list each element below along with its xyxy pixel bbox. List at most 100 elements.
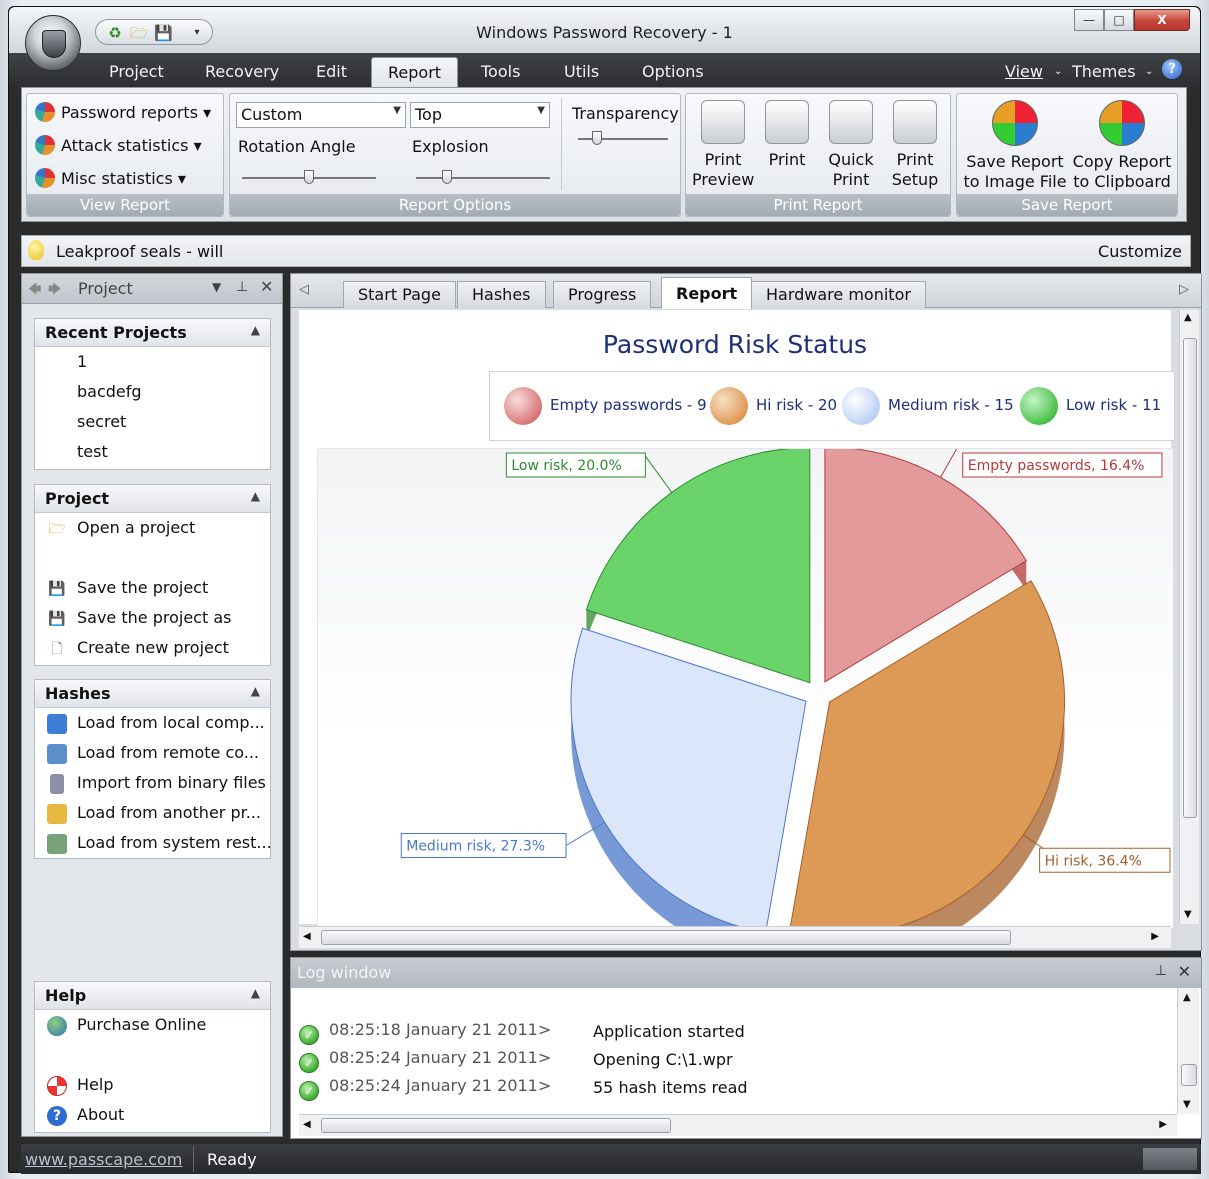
tab-scroll-right-icon[interactable]: ▷ bbox=[1179, 282, 1189, 297]
recent-project-item[interactable]: test bbox=[35, 437, 270, 467]
view-menu[interactable]: View bbox=[1005, 62, 1043, 81]
view-chevron-icon: ⌄ bbox=[1054, 66, 1063, 77]
load-local-computer-link[interactable]: Load from local comp... bbox=[35, 708, 270, 738]
scroll-up-icon[interactable]: ▲ bbox=[1184, 312, 1192, 323]
scroll-left-icon[interactable]: ◀ bbox=[303, 931, 311, 942]
scroll-thumb[interactable] bbox=[321, 930, 1011, 945]
tab-hashes[interactable]: Hashes bbox=[457, 281, 546, 308]
scroll-right-icon[interactable]: ▶ bbox=[1159, 1119, 1167, 1130]
print-preview-button[interactable]: Print Preview bbox=[692, 100, 754, 190]
section-header[interactable]: Project ▲ bbox=[35, 485, 270, 513]
save-icon[interactable]: 💾 bbox=[154, 24, 173, 42]
minimize-button[interactable]: — bbox=[1074, 9, 1104, 31]
scroll-left-icon[interactable]: ◀ bbox=[303, 1119, 311, 1130]
application-menu-button[interactable] bbox=[25, 15, 81, 71]
tab-utils[interactable]: Utils bbox=[564, 62, 599, 81]
tab-report-doc[interactable]: Report bbox=[661, 277, 753, 309]
themes-menu[interactable]: Themes bbox=[1072, 62, 1136, 81]
tab-edit[interactable]: Edit bbox=[316, 62, 347, 81]
customize-qat-icon[interactable]: ▾ bbox=[188, 24, 206, 42]
open-project-link[interactable]: 🗁 Open a project bbox=[35, 513, 270, 543]
scroll-down-icon[interactable]: ▼ bbox=[1184, 909, 1192, 920]
tab-progress[interactable]: Progress bbox=[553, 281, 652, 308]
scroll-thumb[interactable] bbox=[1183, 338, 1197, 818]
rotation-angle-slider[interactable] bbox=[242, 170, 376, 184]
log-horizontal-scrollbar[interactable]: ◀ ▶ bbox=[299, 1114, 1177, 1136]
log-vertical-scrollbar[interactable]: ▲ ▼ bbox=[1177, 988, 1199, 1114]
scroll-down-icon[interactable]: ▼ bbox=[1183, 1099, 1191, 1110]
import-binary-files-link[interactable]: Import from binary files bbox=[35, 768, 270, 798]
panel-dropdown-icon[interactable]: ▼ bbox=[212, 280, 221, 294]
close-button[interactable]: X bbox=[1134, 9, 1190, 31]
tab-recovery[interactable]: Recovery bbox=[205, 62, 279, 81]
print-setup-button[interactable]: Print Setup bbox=[884, 100, 946, 190]
forward-arrow-icon[interactable]: 🡆 bbox=[48, 280, 61, 302]
load-system-restore-link[interactable]: Load from system rest... bbox=[35, 828, 272, 858]
label-leader-line bbox=[940, 437, 964, 478]
scroll-thumb[interactable] bbox=[321, 1118, 671, 1133]
tab-hardware-monitor[interactable]: Hardware monitor bbox=[751, 281, 926, 308]
collapse-icon[interactable]: ▲ bbox=[251, 489, 260, 503]
help-icon[interactable]: ? bbox=[1162, 59, 1182, 79]
collapse-icon[interactable]: ▲ bbox=[251, 323, 260, 337]
recent-project-item[interactable]: 1 bbox=[35, 347, 270, 377]
tab-project[interactable]: Project bbox=[109, 62, 164, 81]
recover-icon[interactable]: ♻ bbox=[106, 24, 124, 42]
maximize-button[interactable]: □ bbox=[1104, 9, 1134, 31]
pin-icon[interactable]: ⊥ bbox=[1155, 963, 1167, 979]
misc-statistics-button[interactable]: Misc statistics ▾ bbox=[35, 168, 186, 188]
save-project-as-link[interactable]: 💾 Save the project as bbox=[35, 603, 270, 633]
pie-slice-medium-risk[interactable] bbox=[570, 627, 807, 934]
password-reports-button[interactable]: Password reports ▾ bbox=[35, 102, 211, 122]
tab-options[interactable]: Options bbox=[642, 62, 704, 81]
collapse-icon[interactable]: ▲ bbox=[251, 684, 260, 698]
website-link[interactable]: www.passcape.com bbox=[25, 1150, 182, 1169]
print-button[interactable]: Print bbox=[758, 100, 816, 170]
save-report-to-image-button[interactable]: Save Report to Image File bbox=[961, 100, 1069, 192]
slider-thumb[interactable] bbox=[592, 131, 602, 145]
transparency-slider[interactable] bbox=[578, 131, 668, 145]
section-header[interactable]: Help ▲ bbox=[35, 982, 270, 1010]
explosion-slider[interactable] bbox=[416, 170, 550, 184]
vertical-scrollbar[interactable]: ▲ ▼ bbox=[1179, 310, 1199, 924]
save-project-link[interactable]: 💾 Save the project bbox=[35, 573, 270, 603]
group-report-options: Custom ▼ Top ▼ Rotation Angle Explosion Tr… bbox=[229, 93, 681, 217]
group-view-report: Password reports ▾ Attack statistics ▾ M… bbox=[26, 93, 224, 217]
about-link[interactable]: ? About bbox=[35, 1100, 270, 1130]
collapse-icon[interactable]: ▲ bbox=[251, 986, 260, 1000]
attack-statistics-button[interactable]: Attack statistics ▾ bbox=[35, 135, 202, 155]
section-header[interactable]: Recent Projects ▲ bbox=[35, 319, 270, 347]
resize-grip-icon[interactable] bbox=[1143, 1148, 1197, 1170]
recent-project-item[interactable]: bacdefg bbox=[35, 377, 270, 407]
legend-position-select[interactable]: Top ▼ bbox=[410, 102, 550, 128]
create-new-project-link[interactable]: 🗋 Create new project bbox=[35, 633, 270, 663]
copy-report-to-clipboard-button[interactable]: Copy Report to Clipboard bbox=[1069, 100, 1175, 192]
open-folder-icon[interactable]: 🗁 bbox=[130, 24, 149, 42]
close-panel-icon[interactable]: ✕ bbox=[260, 277, 273, 296]
tab-scroll-left-icon[interactable]: ◁ bbox=[299, 282, 309, 297]
scroll-right-icon[interactable]: ▶ bbox=[1151, 931, 1159, 942]
customize-link[interactable]: Customize bbox=[1098, 242, 1182, 261]
section-header[interactable]: Hashes ▲ bbox=[35, 680, 270, 708]
scroll-thumb[interactable] bbox=[1181, 1064, 1197, 1086]
pin-icon[interactable]: ⊥ bbox=[236, 279, 248, 295]
load-another-program-link[interactable]: Load from another pr... bbox=[35, 798, 270, 828]
slider-thumb[interactable] bbox=[442, 170, 452, 184]
back-arrow-icon[interactable]: 🡄 bbox=[28, 280, 41, 302]
tab-tools[interactable]: Tools bbox=[481, 62, 520, 81]
recent-project-item[interactable]: secret bbox=[35, 407, 270, 437]
scroll-up-icon[interactable]: ▲ bbox=[1183, 992, 1191, 1003]
help-link[interactable]: Help bbox=[35, 1070, 270, 1100]
chart-style-select[interactable]: Custom ▼ bbox=[236, 102, 406, 128]
horizontal-scrollbar[interactable]: ◀ ▶ bbox=[299, 926, 1171, 948]
close-log-icon[interactable]: ✕ bbox=[1178, 962, 1191, 981]
tab-report[interactable]: Report bbox=[371, 57, 459, 87]
slider-thumb[interactable] bbox=[304, 170, 314, 184]
purchase-online-link[interactable]: Purchase Online bbox=[35, 1010, 270, 1040]
load-remote-computer-link[interactable]: Load from remote co... bbox=[35, 738, 270, 768]
quick-print-button[interactable]: Quick Print bbox=[820, 100, 882, 190]
project-panel: 🡄 🡆 Project ▼ ⊥ ✕ Recent Projects ▲ 1 bac… bbox=[21, 273, 283, 1137]
tab-start-page[interactable]: Start Page bbox=[343, 281, 456, 308]
